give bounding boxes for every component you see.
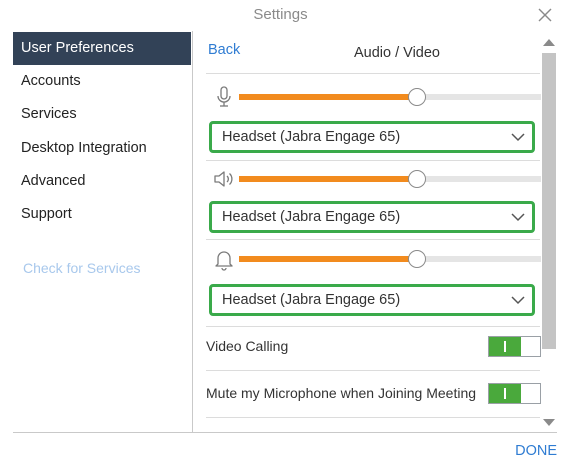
ringer-volume-row [206,244,541,274]
speaker-device-select[interactable]: Headset (Jabra Engage 65) [209,201,535,233]
toggle-on-indicator [489,384,521,403]
chevron-down-icon [511,213,525,222]
microphone-volume-handle[interactable] [408,88,427,106]
divider [206,370,540,371]
sidebar-item-support[interactable]: Support [13,198,191,231]
sidebar-item-services[interactable]: Services [13,98,191,131]
mute-on-join-row: Mute my Microphone when Joining Meeting [206,379,541,409]
chevron-down-icon [511,296,525,305]
divider [206,326,540,327]
microphone-volume-fill [239,94,418,100]
ringer-device-select[interactable]: Headset (Jabra Engage 65) [209,284,535,316]
speaker-volume-slider[interactable] [239,170,541,188]
ringer-device-value: Headset (Jabra Engage 65) [222,292,401,308]
speaker-volume-row [206,164,541,194]
microphone-icon [217,86,231,107]
microphone-volume-row [206,82,541,112]
footer-divider [13,432,557,433]
scroll-up-arrow-icon[interactable] [542,37,556,47]
mute-on-join-label: Mute my Microphone when Joining Meeting [206,385,477,401]
sidebar-item-user-preferences[interactable]: User Preferences [13,32,191,65]
check-for-services-link[interactable]: Check for Services [23,260,140,276]
microphone-device-select[interactable]: Headset (Jabra Engage 65) [209,121,535,153]
speaker-device-value: Headset (Jabra Engage 65) [222,209,401,225]
scrollbar-thumb[interactable] [542,53,556,349]
sidebar-item-accounts[interactable]: Accounts [13,65,191,98]
sidebar: User Preferences Accounts Services Deskt… [13,31,193,432]
scroll-down-arrow-icon[interactable] [542,418,556,428]
speaker-icon [214,171,233,187]
divider [206,239,540,240]
toggle-on-indicator [489,337,521,356]
divider [206,160,540,161]
divider [206,73,540,74]
ringer-volume-fill [239,256,418,262]
sidebar-item-advanced[interactable]: Advanced [13,165,191,198]
close-icon[interactable] [537,7,553,23]
ringer-volume-handle[interactable] [408,250,427,268]
ringer-volume-slider[interactable] [239,250,541,268]
video-calling-toggle[interactable] [488,336,541,357]
microphone-volume-slider[interactable] [239,88,541,106]
speaker-volume-handle[interactable] [408,170,427,188]
sidebar-item-desktop-integration[interactable]: Desktop Integration [13,132,191,165]
settings-panel: Back Audio / Video Headset (Jabra Engage… [194,31,557,432]
microphone-device-value: Headset (Jabra Engage 65) [222,129,401,145]
speaker-volume-fill [239,176,418,182]
video-calling-label: Video Calling [206,338,289,354]
window-title: Settings [253,6,308,23]
divider [206,417,540,418]
bell-icon [215,251,233,271]
mute-on-join-toggle[interactable] [488,383,541,404]
chevron-down-icon [511,133,525,142]
video-calling-row: Video Calling [206,332,541,362]
scrollbar[interactable] [540,37,557,431]
done-button[interactable]: DONE [515,443,557,459]
section-title: Audio / Video [354,45,440,61]
back-link[interactable]: Back [208,42,240,58]
